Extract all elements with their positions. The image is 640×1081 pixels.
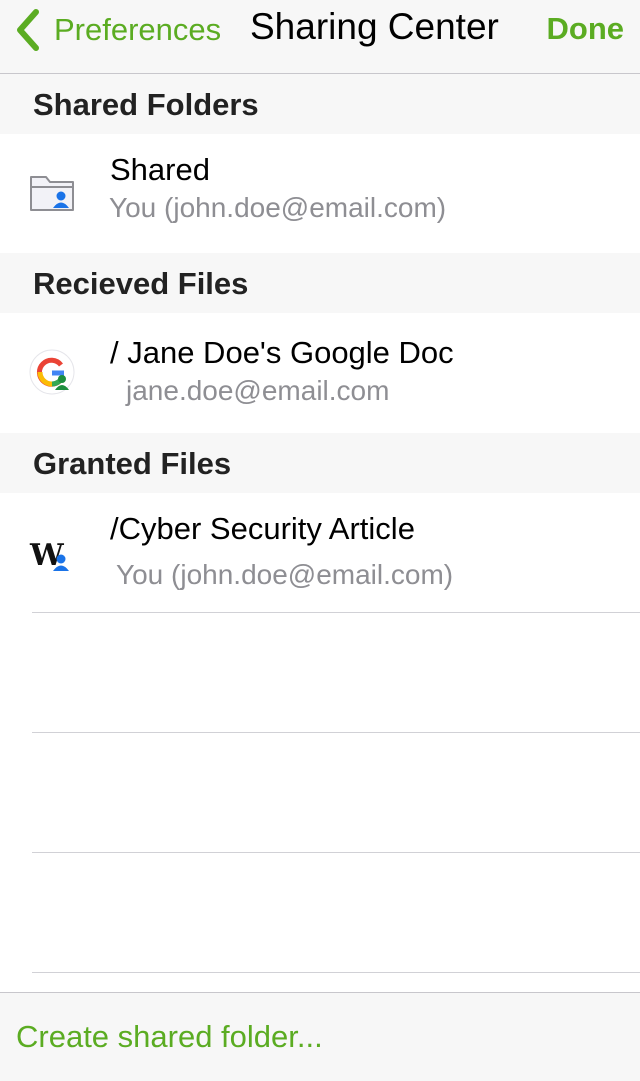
list-item-received-file[interactable]: / Jane Doe's Google Doc jane.doe@email.c… — [0, 313, 640, 433]
section-header-granted-files: Granted Files — [0, 433, 640, 493]
item-subtitle: You (john.doe@email.com) — [109, 192, 447, 223]
page-title: Sharing Center — [250, 6, 499, 47]
item-subtitle: You (john.doe@email.com) — [116, 559, 454, 590]
section-header-label: Shared Folders — [33, 87, 259, 122]
row-separator — [32, 972, 640, 973]
item-title: Shared — [110, 152, 210, 187]
section-header-shared-folders: Shared Folders — [0, 74, 640, 134]
list-item-shared-folder[interactable]: Shared You (john.doe@email.com) — [0, 134, 640, 253]
section-header-received-files: Recieved Files — [0, 253, 640, 313]
shared-folder-icon — [30, 176, 74, 211]
back-button-label: Preferences — [54, 12, 222, 47]
bottom-toolbar: Create shared folder... — [0, 992, 640, 1081]
row-separator — [32, 852, 640, 853]
back-button[interactable]: Preferences — [14, 8, 221, 52]
navigation-bar: Preferences Sharing Center Done — [0, 0, 640, 74]
item-title: /Cyber Security Article — [110, 511, 415, 546]
done-button[interactable]: Done — [547, 11, 625, 47]
word-doc-icon: W — [29, 538, 69, 573]
create-shared-folder-button[interactable]: Create shared folder... — [16, 1019, 323, 1055]
section-header-label: Recieved Files — [33, 266, 249, 301]
list-item-granted-file[interactable]: W /Cyber Security Article You (john.doe@… — [0, 493, 640, 612]
item-title: / Jane Doe's Google Doc — [110, 335, 454, 370]
row-separator — [32, 612, 640, 613]
google-doc-icon — [29, 349, 75, 395]
chevron-left-icon — [17, 9, 39, 51]
row-separator — [32, 732, 640, 733]
item-subtitle: jane.doe@email.com — [126, 375, 390, 406]
section-header-label: Granted Files — [33, 446, 232, 481]
